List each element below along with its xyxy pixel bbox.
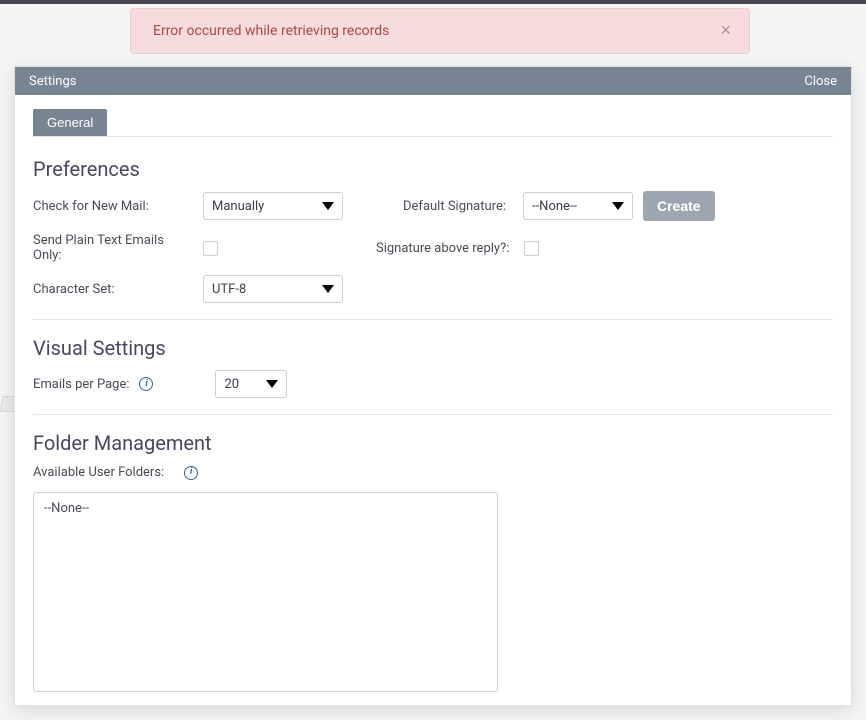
sig-above-label: Signature above reply?: (376, 241, 514, 256)
emails-per-page-value: 20 (224, 377, 239, 392)
tabs: General (33, 109, 833, 137)
available-folders-listbox[interactable]: --None-- (33, 492, 498, 692)
section-divider (33, 319, 833, 320)
plain-text-checkbox[interactable] (203, 241, 218, 256)
default-sig-value: --None-- (532, 199, 577, 214)
list-item[interactable]: --None-- (34, 497, 497, 520)
default-sig-label: Default Signature: (403, 199, 513, 214)
close-icon: × (720, 20, 731, 40)
default-sig-select[interactable]: --None-- (523, 192, 633, 220)
settings-modal: Settings Close General Preferences Check… (14, 66, 852, 706)
sig-above-checkbox[interactable] (524, 241, 539, 256)
info-icon[interactable]: i (139, 377, 153, 391)
preferences-title: Preferences (33, 157, 833, 181)
error-alert: Error occurred while retrieving records … (130, 8, 750, 54)
available-folders-label: Available User Folders: (33, 465, 164, 480)
modal-close-link[interactable]: Close (804, 74, 837, 89)
check-mail-value: Manually (212, 199, 264, 214)
chevron-down-icon (612, 202, 624, 210)
modal-header: Settings Close (15, 67, 851, 95)
chevron-down-icon (322, 285, 334, 293)
charset-select[interactable]: UTF-8 (203, 275, 343, 303)
check-mail-select[interactable]: Manually (203, 192, 343, 220)
chevron-down-icon (322, 202, 334, 210)
tab-general[interactable]: General (33, 109, 107, 136)
charset-value: UTF-8 (212, 282, 246, 297)
folder-management-title: Folder Management (33, 431, 833, 455)
chevron-down-icon (266, 380, 278, 388)
emails-per-page-label: Emails per Page: (33, 377, 129, 392)
visual-settings-title: Visual Settings (33, 336, 833, 360)
plain-text-label: Send Plain Text Emails Only: (33, 233, 193, 263)
section-divider (33, 414, 833, 415)
create-signature-button[interactable]: Create (643, 191, 715, 221)
modal-title: Settings (29, 74, 76, 89)
alert-close-button[interactable]: × (714, 19, 737, 41)
info-icon[interactable]: i (184, 466, 198, 480)
error-alert-message: Error occurred while retrieving records (153, 23, 389, 39)
charset-label: Character Set: (33, 282, 193, 297)
emails-per-page-select[interactable]: 20 (215, 370, 287, 398)
check-mail-label: Check for New Mail: (33, 199, 193, 214)
